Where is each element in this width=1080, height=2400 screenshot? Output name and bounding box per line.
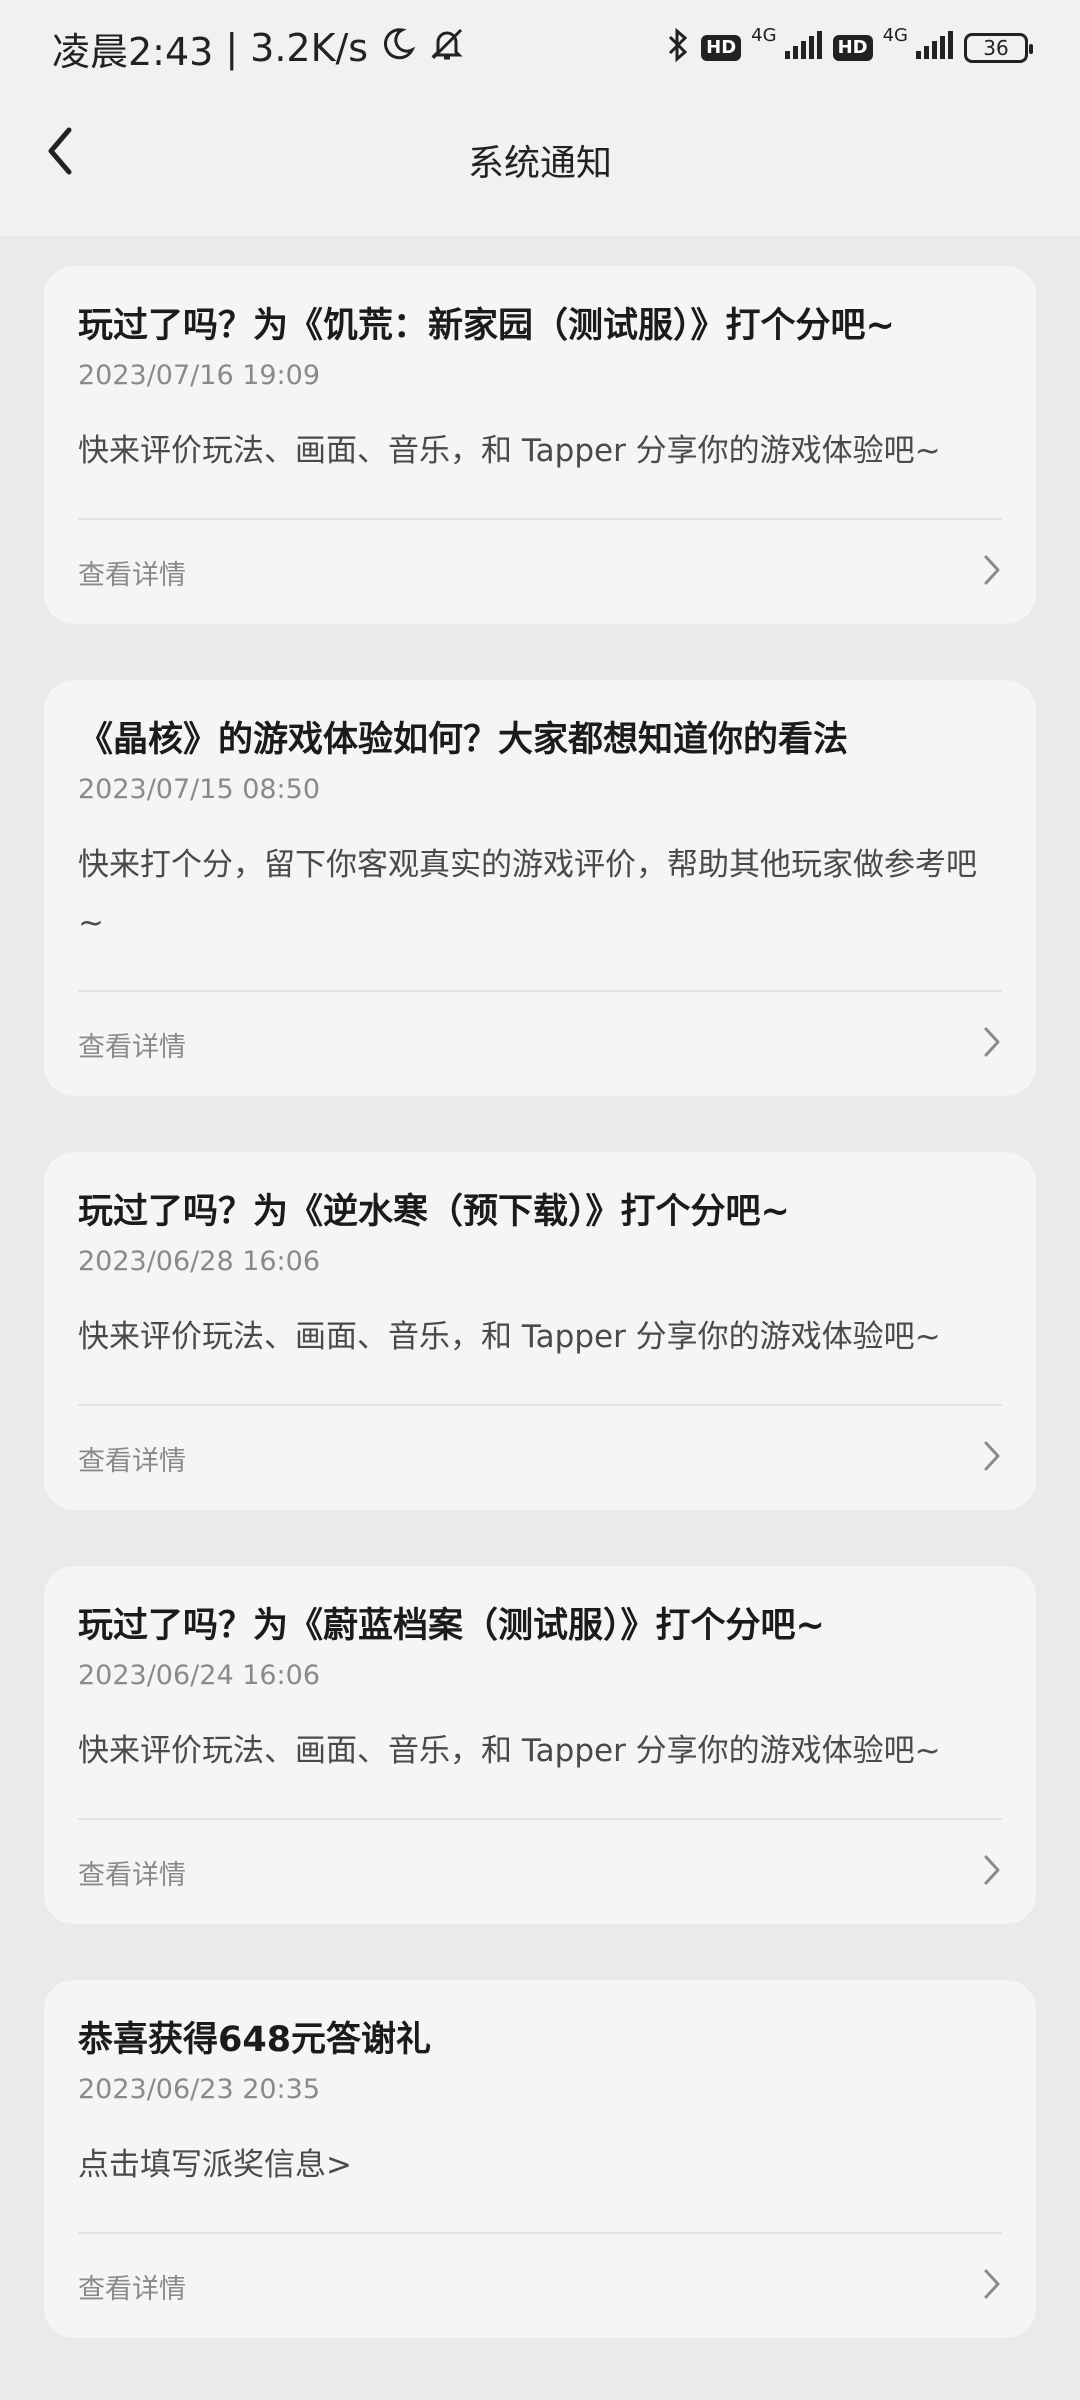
battery-level: 36	[983, 36, 1009, 60]
notification-body: 快来评价玩法、画面、音乐，和 Tapper 分享你的游戏体验吧~	[78, 1319, 941, 1355]
status-separator: |	[225, 26, 239, 70]
chevron-right-icon	[982, 1854, 1002, 1890]
notification-time: 2023/06/28 16:06	[78, 1246, 321, 1277]
status-time: 凌晨2:43	[52, 29, 214, 74]
mute-bell-icon	[428, 25, 466, 72]
notification-list: 玩过了吗？为《饥荒：新家园（测试服）》打个分吧~ 2023/07/16 19:0…	[44, 266, 1036, 2394]
view-details-label: 查看详情	[78, 1031, 186, 1063]
status-left: 凌晨2:43 | 3.2K/s	[52, 21, 466, 76]
status-right: HD 4G HD 4G 36	[665, 25, 1033, 70]
view-details-button[interactable]: 查看详情	[78, 992, 1002, 1096]
notification-title: 《晶核》的游戏体验如何？大家都想知道你的看法	[78, 720, 849, 760]
battery-icon: 36	[964, 33, 1033, 63]
view-details-label: 查看详情	[78, 1859, 186, 1891]
notification-title: 玩过了吗？为《饥荒：新家园（测试服）》打个分吧~	[78, 306, 895, 346]
view-details-button[interactable]: 查看详情	[78, 2234, 1002, 2338]
signal-icon-2	[914, 29, 954, 67]
chevron-right-icon	[982, 1440, 1002, 1476]
view-details-label: 查看详情	[78, 559, 186, 591]
notification-card: 玩过了吗？为《蔚蓝档案（测试服）》打个分吧~ 2023/06/24 16:06 …	[44, 1566, 1036, 1924]
chevron-right-icon	[982, 1026, 1002, 1062]
notification-time: 2023/07/15 08:50	[78, 774, 321, 805]
hd-badge-2: HD	[832, 35, 873, 61]
notification-title: 恭喜获得648元答谢礼	[78, 2020, 432, 2060]
signal-icon	[783, 29, 823, 67]
notification-card: 玩过了吗？为《逆水寒（预下载）》打个分吧~ 2023/06/28 16:06 快…	[44, 1152, 1036, 1510]
notification-card: 玩过了吗？为《饥荒：新家园（测试服）》打个分吧~ 2023/07/16 19:0…	[44, 266, 1036, 624]
network-type-label-2: 4G	[882, 25, 908, 46]
chevron-right-icon	[982, 554, 1002, 590]
view-details-button[interactable]: 查看详情	[78, 520, 1002, 624]
status-bar: 凌晨2:43 | 3.2K/s HD 4G HD 4G 36	[0, 0, 1080, 96]
fill-prize-info-link[interactable]: 点击填写派奖信息>	[78, 2136, 1002, 2218]
notification-body: 快来评价玩法、画面、音乐，和 Tapper 分享你的游戏体验吧~	[78, 433, 941, 469]
notification-body: 快来打个分，留下你客观真实的游戏评价，帮助其他玩家做参考吧 ~	[78, 847, 977, 941]
network-speed: 3.2K/s	[250, 26, 369, 70]
notification-card: 恭喜获得648元答谢礼 2023/06/23 20:35 点击填写派奖信息> 查…	[44, 1980, 1036, 2338]
hd-badge: HD	[701, 35, 742, 61]
view-details-label: 查看详情	[78, 2273, 186, 2305]
chevron-right-icon	[982, 2268, 1002, 2304]
notification-time: 2023/06/23 20:35	[78, 2074, 321, 2105]
notification-body: 快来评价玩法、画面、音乐，和 Tapper 分享你的游戏体验吧~	[78, 1733, 941, 1769]
view-details-button[interactable]: 查看详情	[78, 1820, 1002, 1924]
moon-icon	[380, 26, 416, 71]
notification-card: 《晶核》的游戏体验如何？大家都想知道你的看法 2023/07/15 08:50 …	[44, 680, 1036, 1096]
bluetooth-icon	[665, 26, 691, 70]
network-type-label: 4G	[751, 25, 777, 46]
notification-time: 2023/07/16 19:09	[78, 360, 321, 391]
notification-title: 玩过了吗？为《蔚蓝档案（测试服）》打个分吧~	[78, 1606, 825, 1646]
app-bar: 系统通知	[0, 96, 1080, 236]
view-details-button[interactable]: 查看详情	[78, 1406, 1002, 1510]
notification-title: 玩过了吗？为《逆水寒（预下载）》打个分吧~	[78, 1192, 790, 1232]
page-title: 系统通知	[467, 143, 612, 184]
notification-time: 2023/06/24 16:06	[78, 1660, 321, 1691]
view-details-label: 查看详情	[78, 1445, 186, 1477]
